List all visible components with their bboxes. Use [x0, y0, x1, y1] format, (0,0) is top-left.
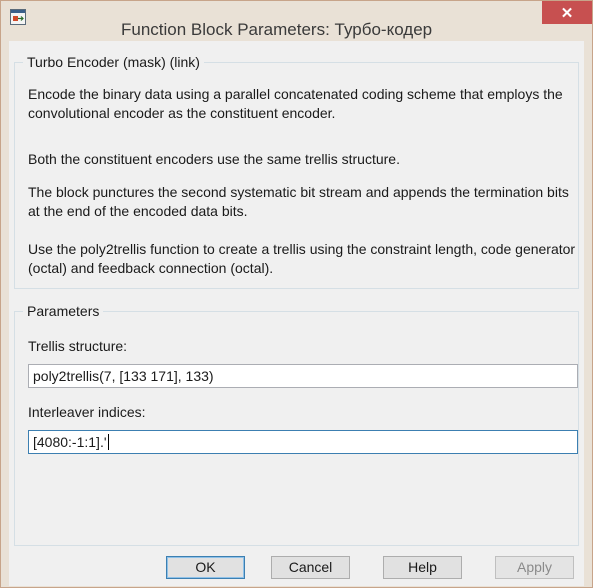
description-paragraph: Use the poly2trellis function to create … [28, 241, 576, 276]
description-paragraph: Both the constituent encoders use the sa… [28, 151, 400, 167]
description-paragraph: The block punctures the second systemati… [28, 184, 569, 219]
close-icon: ✕ [560, 4, 574, 22]
trellis-structure-input[interactable]: poly2trellis(7, [133 171], 133) [28, 364, 578, 388]
dialog-window: Function Block Parameters: Турбо-кодер ✕… [0, 0, 593, 588]
description-paragraph: Encode the binary data using a parallel … [28, 86, 563, 121]
ok-button[interactable]: OK [166, 556, 245, 579]
interleaver-indices-label: Interleaver indices: [28, 404, 146, 420]
text-caret [107, 434, 109, 450]
trellis-structure-label: Trellis structure: [28, 338, 128, 354]
window-title: Function Block Parameters: Турбо-кодер [121, 20, 433, 39]
description-group-title: Turbo Encoder (mask) (link) [23, 54, 204, 70]
interleaver-indices-value: [4080:-1:1].' [33, 434, 107, 450]
close-button[interactable]: ✕ [542, 1, 592, 24]
interleaver-indices-input[interactable]: [4080:-1:1].' [28, 430, 578, 454]
trellis-structure-value: poly2trellis(7, [133 171], 133) [33, 368, 214, 384]
description-group: Turbo Encoder (mask) (link) Encode the b… [14, 54, 579, 289]
cancel-button[interactable]: Cancel [271, 556, 350, 579]
apply-button[interactable]: Apply [495, 556, 574, 579]
simulink-app-icon [10, 9, 26, 25]
title-bar[interactable]: Function Block Parameters: Турбо-кодер ✕ [1, 1, 592, 41]
parameters-group-title: Parameters [23, 303, 104, 319]
parameters-group: Parameters Trellis structure: poly2trell… [14, 303, 579, 546]
help-button[interactable]: Help [383, 556, 462, 579]
dialog-client: Turbo Encoder (mask) (link) Encode the b… [9, 41, 584, 586]
